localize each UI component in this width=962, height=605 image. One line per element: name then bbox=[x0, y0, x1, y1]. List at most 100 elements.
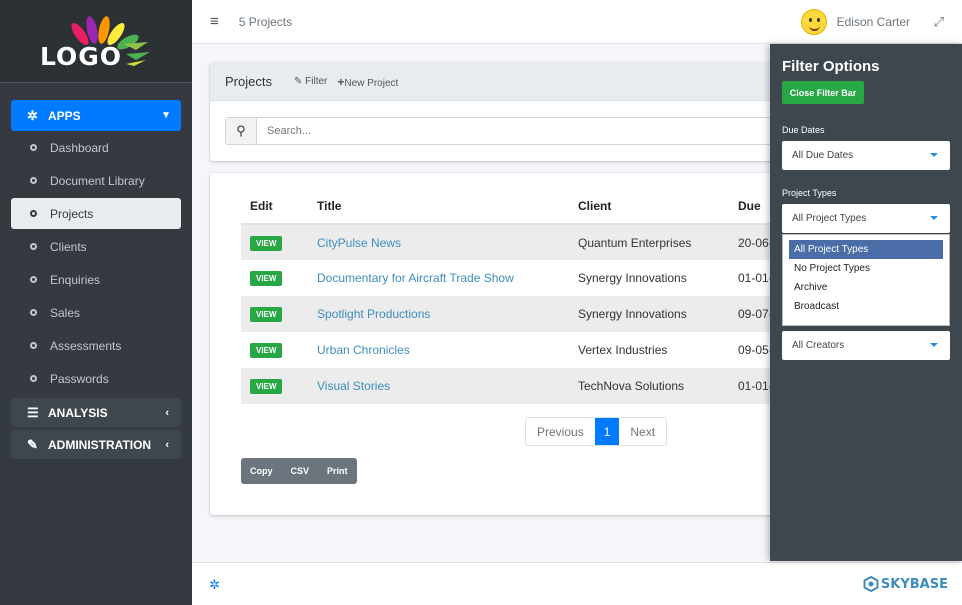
column-header-title[interactable]: Title bbox=[308, 188, 569, 225]
sidebar-menu: ✲ APPS ▼ Dashboard Document Library Proj… bbox=[11, 100, 181, 459]
expand-icon[interactable]: ⤢ bbox=[934, 14, 944, 30]
creators-select-value: All Creators bbox=[792, 340, 845, 351]
sidebar-section-apps[interactable]: ✲ APPS ▼ bbox=[11, 100, 181, 131]
copy-button[interactable]: Copy bbox=[241, 466, 282, 476]
sidebar-item-label: Document Library bbox=[50, 173, 145, 188]
sidebar-section-administration[interactable]: ✎ ADMINISTRATION ‹ bbox=[11, 430, 181, 459]
view-button[interactable]: VIEW bbox=[250, 235, 283, 251]
top-navbar: ≡ 5 Projects Edison Carter ⤢ bbox=[192, 0, 962, 44]
projects-card-header: Projects ✎ Filter +New Project bbox=[210, 63, 810, 101]
close-filter-bar-button[interactable]: Close Filter Bar bbox=[782, 81, 864, 104]
dropdown-option-no-project-types[interactable]: No Project Types bbox=[789, 259, 943, 278]
view-button[interactable]: VIEW bbox=[250, 271, 283, 286]
circle-icon bbox=[30, 177, 37, 184]
sidebar-item-label: Enquiries bbox=[50, 272, 101, 287]
edit-icon: ✎ bbox=[27, 436, 38, 452]
project-title-link[interactable]: Urban Chronicles bbox=[317, 343, 410, 357]
creators-select[interactable]: All Creators bbox=[782, 331, 950, 360]
circle-icon bbox=[30, 210, 37, 217]
pagination: Previous 1 Next bbox=[525, 417, 668, 446]
new-project-link[interactable]: +New Project bbox=[337, 75, 398, 89]
gear-icon[interactable]: ✲ bbox=[209, 577, 220, 593]
pagination-page-1[interactable]: 1 bbox=[594, 418, 620, 445]
search-input[interactable] bbox=[257, 118, 809, 144]
sidebar-item-assessments[interactable]: Assessments bbox=[11, 329, 181, 362]
logo[interactable]: LOGO bbox=[0, 0, 192, 83]
table-cell-client: Synergy Innovations bbox=[569, 296, 729, 332]
column-header-edit[interactable]: Edit bbox=[241, 188, 308, 225]
project-title-link[interactable]: CityPulse News bbox=[317, 236, 401, 250]
chevron-down-icon: ▼ bbox=[161, 110, 171, 121]
column-header-client[interactable]: Client bbox=[569, 188, 729, 225]
table-header-row: Edit Title Client Due bbox=[241, 188, 810, 225]
due-dates-select[interactable]: All Due Dates bbox=[782, 141, 950, 170]
sidebar-section-label: ADMINISTRATION bbox=[48, 437, 152, 452]
sidebar-item-label: Passwords bbox=[50, 371, 109, 386]
hexagon-icon bbox=[863, 576, 879, 592]
footer: ✲ SKYBASE bbox=[192, 562, 962, 605]
dropdown-option-all-project-types[interactable]: All Project Types bbox=[789, 240, 943, 259]
chevron-left-icon: ‹ bbox=[165, 438, 169, 451]
sidebar-item-projects[interactable]: Projects bbox=[11, 198, 181, 229]
project-title-link[interactable]: Visual Stories bbox=[317, 379, 390, 393]
logo-accent-icon bbox=[124, 42, 150, 66]
circle-icon bbox=[30, 243, 37, 250]
dropdown-option-archive[interactable]: Archive bbox=[789, 278, 943, 297]
view-button[interactable]: VIEW bbox=[250, 343, 283, 358]
project-types-select[interactable]: All Project Types bbox=[782, 204, 950, 233]
sidebar-section-label: APPS bbox=[48, 108, 81, 123]
pagination-next[interactable]: Next bbox=[619, 418, 666, 445]
due-dates-select-value: All Due Dates bbox=[792, 150, 854, 161]
table-cell-client: Synergy Innovations bbox=[578, 271, 687, 285]
caret-down-icon bbox=[930, 343, 938, 347]
table-cell-client: Quantum Enterprises bbox=[569, 224, 729, 260]
table-row: VIEW CityPulse News Quantum Enterprises … bbox=[241, 224, 810, 260]
search-icon[interactable]: ⚲ bbox=[226, 118, 257, 144]
sidebar-item-dashboard[interactable]: Dashboard bbox=[11, 131, 181, 164]
avatar bbox=[800, 9, 827, 35]
chevron-left-icon: ‹ bbox=[165, 406, 169, 419]
sidebar-item-enquiries[interactable]: Enquiries bbox=[11, 263, 181, 296]
search-group: ⚲ bbox=[225, 117, 810, 145]
pagination-previous[interactable]: Previous bbox=[526, 418, 595, 445]
sidebar-item-label: Assessments bbox=[50, 338, 122, 353]
circle-icon bbox=[30, 276, 37, 283]
sidebar-section-label: ANALYSIS bbox=[48, 405, 108, 420]
table-row: VIEW Urban Chronicles Vertex Industries … bbox=[241, 332, 810, 368]
list-icon: ☰ bbox=[27, 404, 39, 420]
dropdown-option-broadcast[interactable]: Broadcast bbox=[789, 297, 943, 316]
view-button[interactable]: VIEW bbox=[250, 379, 283, 394]
filter-panel: Filter Options Close Filter Bar Due Date… bbox=[770, 44, 962, 561]
project-title-link[interactable]: Spotlight Productions bbox=[317, 307, 430, 321]
csv-button[interactable]: CSV bbox=[282, 466, 319, 476]
sidebar-section-analysis[interactable]: ☰ ANALYSIS ‹ bbox=[11, 398, 181, 427]
sidebar-item-document-library[interactable]: Document Library bbox=[11, 164, 181, 197]
sidebar: LOGO ✲ APPS ▼ Dashboard Document Library… bbox=[0, 0, 192, 605]
breadcrumb: 5 Projects bbox=[238, 14, 293, 29]
table-cell-title: Urban Chronicles bbox=[308, 332, 569, 368]
table-cell-title: Spotlight Productions bbox=[308, 296, 569, 332]
sidebar-item-sales[interactable]: Sales bbox=[11, 296, 181, 329]
filter-link[interactable]: ✎ Filter bbox=[294, 76, 327, 87]
table-cell-client: Vertex Industries bbox=[578, 343, 668, 357]
sidebar-item-clients[interactable]: Clients bbox=[11, 230, 181, 263]
logo-text: LOGO bbox=[40, 42, 123, 71]
projects-table: Edit Title Client Due VIEW CityPulse New… bbox=[241, 188, 810, 404]
print-button[interactable]: Print bbox=[318, 466, 357, 476]
sidebar-item-passwords[interactable]: Passwords bbox=[11, 362, 181, 395]
table-cell-title: CityPulse News bbox=[308, 224, 569, 260]
project-types-dropdown: All Project Types No Project Types Archi… bbox=[782, 234, 950, 326]
export-button-group: Copy CSV Print bbox=[241, 458, 357, 484]
project-title-link[interactable]: Documentary for Aircraft Trade Show bbox=[317, 271, 514, 285]
due-dates-label: Due Dates bbox=[782, 125, 825, 135]
new-project-link-label: New Project bbox=[344, 77, 399, 89]
sidebar-item-label: Dashboard bbox=[50, 140, 109, 155]
sidebar-item-label: Projects bbox=[50, 206, 94, 221]
brand-logo: SKYBASE bbox=[863, 576, 948, 592]
bars-icon[interactable]: ≡ bbox=[210, 13, 219, 30]
table-row: VIEW Spotlight Productions Synergy Innov… bbox=[241, 296, 810, 332]
table-cell-edit: VIEW bbox=[241, 332, 308, 368]
view-button[interactable]: VIEW bbox=[250, 307, 283, 322]
circle-icon bbox=[30, 375, 37, 382]
user-menu[interactable]: Edison Carter bbox=[800, 9, 910, 35]
